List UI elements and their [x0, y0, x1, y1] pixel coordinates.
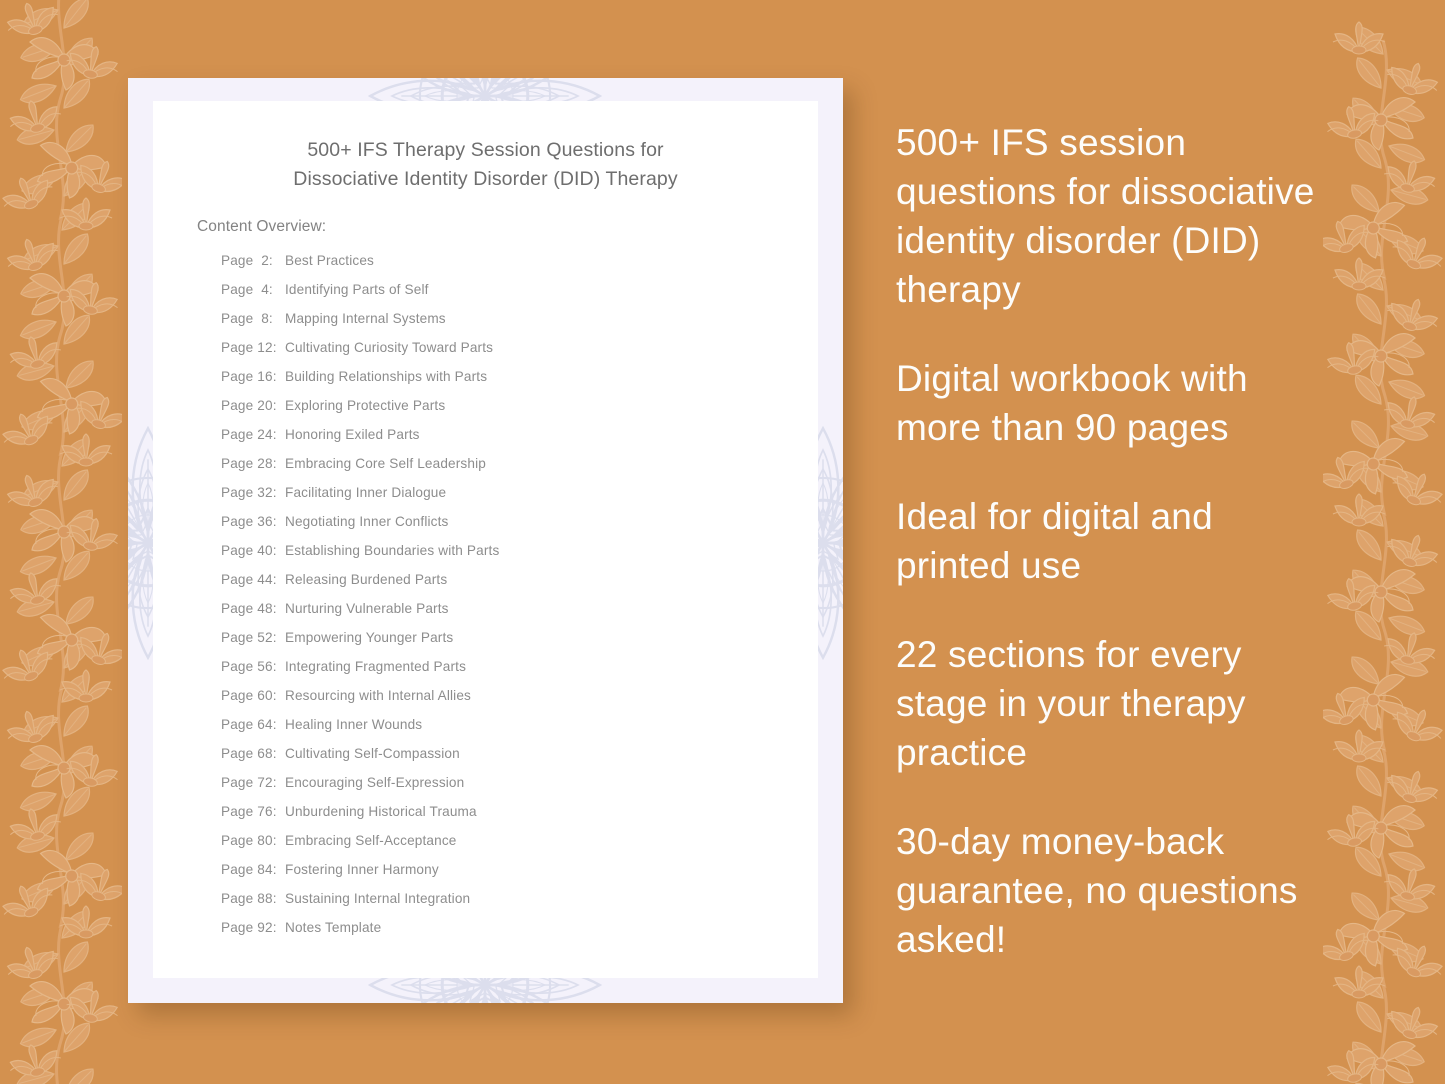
toc-row: Page 92: Notes Template: [221, 920, 781, 949]
toc-section-title: Unburdening Historical Trauma: [285, 804, 477, 819]
toc-row: Page 12: Cultivating Curiosity Toward Par…: [221, 340, 781, 369]
page-title: 500+ IFS Therapy Session Questions for D…: [293, 139, 678, 190]
toc-page-number: Page 44:: [221, 572, 277, 587]
toc-row: Page 52: Empowering Younger Parts: [221, 630, 781, 659]
toc-row: Page 68: Cultivating Self-Compassion: [221, 746, 781, 775]
promo-graphic: 500+ IFS Therapy Session Questions for D…: [0, 0, 1445, 1084]
toc-section-title: Exploring Protective Parts: [285, 398, 446, 413]
toc-page-number: Page 28:: [221, 456, 277, 471]
toc-row: Page 80: Embracing Self-Acceptance: [221, 833, 781, 862]
toc-page-number: Page 52:: [221, 630, 277, 645]
toc-section-title: Establishing Boundaries with Parts: [285, 543, 500, 558]
toc-row: Page 88: Sustaining Internal Integration: [221, 891, 781, 920]
toc-row: Page 44: Releasing Burdened Parts: [221, 572, 781, 601]
toc-section-title: Best Practices: [285, 253, 374, 268]
toc-page-number: Page 2:: [221, 253, 273, 268]
toc-section-title: Nurturing Vulnerable Parts: [285, 601, 449, 616]
toc-section-title: Healing Inner Wounds: [285, 717, 423, 732]
toc-row: Page 8: Mapping Internal Systems: [221, 311, 781, 340]
toc-section-title: Encouraging Self-Expression: [285, 775, 465, 790]
toc-section-title: Building Relationships with Parts: [285, 369, 488, 384]
toc-section-title: Embracing Core Self Leadership: [285, 456, 486, 471]
toc-section-title: Resourcing with Internal Allies: [285, 688, 471, 703]
toc-section-title: Empowering Younger Parts: [285, 630, 454, 645]
toc-section-title: Cultivating Curiosity Toward Parts: [285, 340, 494, 355]
toc-section-title: Sustaining Internal Integration: [285, 891, 471, 906]
toc-page-number: Page 32:: [221, 485, 277, 500]
toc-row: Page 76: Unburdening Historical Trauma: [221, 804, 781, 833]
toc-page-number: Page 8:: [221, 311, 273, 326]
toc-row: Page 56: Integrating Fragmented Parts: [221, 659, 781, 688]
toc-page-number: Page 80:: [221, 833, 277, 848]
toc-row: Page 32: Facilitating Inner Dialogue: [221, 485, 781, 514]
document-sheet: 500+ IFS Therapy Session Questions for D…: [153, 101, 818, 978]
toc-row: Page 20: Exploring Protective Parts: [221, 398, 781, 427]
table-of-contents: Page 2: Best Practices Page 4: Identifying …: [221, 253, 781, 949]
toc-page-number: Page 48:: [221, 601, 277, 616]
toc-section-title: Identifying Parts of Self: [285, 282, 429, 297]
toc-row: Page 36: Negotiating Inner Conflicts: [221, 514, 781, 543]
toc-page-number: Page 4:: [221, 282, 273, 297]
promo-bullet: 500+ IFS session questions for dissociat…: [896, 122, 1315, 310]
toc-page-number: Page 64:: [221, 717, 277, 732]
promo-bullet: 22 sections for every stage in your ther…: [896, 634, 1246, 773]
toc-page-number: Page 40:: [221, 543, 277, 558]
toc-section-title: Honoring Exiled Parts: [285, 427, 420, 442]
toc-section-title: Facilitating Inner Dialogue: [285, 485, 447, 500]
toc-row: Page 2: Best Practices: [221, 253, 781, 282]
toc-row: Page 16: Building Relationships with Part…: [221, 369, 781, 398]
toc-section-title: Releasing Burdened Parts: [285, 572, 448, 587]
toc-page-number: Page 76:: [221, 804, 277, 819]
promo-bullet: Ideal for digital and printed use: [896, 496, 1213, 586]
toc-page-number: Page 56:: [221, 659, 277, 674]
toc-page-number: Page 60:: [221, 688, 277, 703]
toc-page-number: Page 16:: [221, 369, 277, 384]
toc-row: Page 24: Honoring Exiled Parts: [221, 427, 781, 456]
toc-row: Page 4: Identifying Parts of Self: [221, 282, 781, 311]
toc-page-number: Page 68:: [221, 746, 277, 761]
toc-page-number: Page 20:: [221, 398, 277, 413]
promo-bullet: 30-day money-back guarantee, no question…: [896, 821, 1298, 960]
promo-text-column: 500+ IFS session questions for dissociat…: [896, 118, 1328, 964]
toc-row: Page 72: Encouraging Self-Expression: [221, 775, 781, 804]
floral-vine-left-icon: [2, 0, 122, 1084]
toc-page-number: Page 72:: [221, 775, 277, 790]
toc-section-title: Mapping Internal Systems: [285, 311, 446, 326]
toc-page-number: Page 36:: [221, 514, 277, 529]
toc-page-number: Page 24:: [221, 427, 277, 442]
floral-vine-right-icon: [1323, 0, 1443, 1084]
toc-section-title: Notes Template: [285, 920, 382, 935]
toc-page-number: Page 12:: [221, 340, 277, 355]
toc-row: Page 60: Resourcing with Internal Allies: [221, 688, 781, 717]
toc-section-title: Embracing Self-Acceptance: [285, 833, 457, 848]
workbook-preview-card: 500+ IFS Therapy Session Questions for D…: [128, 78, 843, 1003]
toc-section-title: Fostering Inner Harmony: [285, 862, 439, 877]
toc-row: Page 48: Nurturing Vulnerable Parts: [221, 601, 781, 630]
toc-row: Page 64: Healing Inner Wounds: [221, 717, 781, 746]
toc-section-title: Integrating Fragmented Parts: [285, 659, 467, 674]
content-overview-label: Content Overview:: [197, 218, 327, 235]
toc-row: Page 28: Embracing Core Self Leadership: [221, 456, 781, 485]
toc-page-number: Page 88:: [221, 891, 277, 906]
toc-row: Page 84: Fostering Inner Harmony: [221, 862, 781, 891]
promo-bullet: Digital workbook with more than 90 pages: [896, 358, 1248, 448]
toc-page-number: Page 84:: [221, 862, 277, 877]
toc-row: Page 40: Establishing Boundaries with Par…: [221, 543, 781, 572]
toc-section-title: Negotiating Inner Conflicts: [285, 514, 449, 529]
toc-page-number: Page 92:: [221, 920, 277, 935]
toc-section-title: Cultivating Self-Compassion: [285, 746, 460, 761]
